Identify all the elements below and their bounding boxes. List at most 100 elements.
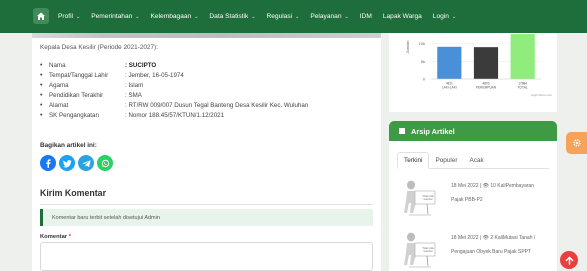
twitter-share-button[interactable] <box>59 155 75 171</box>
chart-bar <box>473 47 499 79</box>
chart-bar <box>510 34 535 79</box>
nav-item-label: Login <box>432 13 449 20</box>
info-label: SK Pengangkatan <box>49 112 99 120</box>
nav-item-lapak-warga[interactable]: Lapak Warga <box>383 13 422 20</box>
telegram-share-button[interactable] <box>78 155 94 171</box>
nav-item-label: Regulasi <box>266 13 293 20</box>
tab-terkini[interactable]: Terkini <box>397 152 430 169</box>
komentar-label: Komentar * <box>40 234 71 240</box>
share-label: Bagikan artikel ini: <box>40 142 97 149</box>
nav-item-login[interactable]: Login ⌄ <box>433 13 456 20</box>
y-tick-label: 0 <box>423 77 426 82</box>
chevron-down-icon: ⌄ <box>344 13 349 20</box>
kepala-desa-info-list: • Nama : SUCIPTO • Tempat/Tanggal Lahir : Jem… <box>40 60 375 121</box>
article-title[interactable]: Pengajuan Obyek Baru Pajak SPPT <box>451 249 531 255</box>
komentar-label-text: Komentar <box>40 234 68 240</box>
info-row: • Alamat: RT/RW 009/007 Dusun Tegal Bante… <box>40 100 375 110</box>
arsip-article-item[interactable]: Tidak Ada Gambar 18 Mei 2022 | 👁 2 KaliMu… <box>397 229 553 271</box>
kepala-desa-heading: Kepala Desa Kesilir (Periode 2021-2027): <box>40 44 158 51</box>
nav-menu: Profil ⌄ Pemerintahan ⌄ Kelembagaan ⌄ Data Sta… <box>58 0 467 33</box>
section-divider <box>40 204 373 205</box>
komentar-textarea[interactable] <box>40 242 373 271</box>
arsip-artikel-title: Arsip Artikel <box>411 126 455 136</box>
article-meta: 18 Mei 2022 | 👁 2 KaliMutasi Tanah / <box>451 235 536 241</box>
chevron-down-icon: ⌄ <box>135 13 140 20</box>
chevron-down-icon: ⌄ <box>295 13 300 20</box>
chevron-down-icon: ⌄ <box>251 13 256 20</box>
nav-item-pemerintahan[interactable]: Pemerintahan ⌄ <box>91 13 139 20</box>
nav-item-pelayanan[interactable]: Pelayanan ⌄ <box>310 13 348 20</box>
tab-acak[interactable]: Acak <box>464 152 490 169</box>
telegram-icon <box>81 159 90 167</box>
home-button[interactable] <box>33 8 49 24</box>
chart-bar <box>437 46 462 79</box>
top-navbar: Profil ⌄ Pemerintahan ⌄ Kelembagaan ⌄ Data Sta… <box>0 0 587 33</box>
info-label: Tempat/Tanggal Lahir <box>49 71 109 79</box>
chart-credit: Highcharts.com <box>531 93 552 97</box>
y-tick-label: 5k <box>421 59 425 64</box>
arsip-artikel-header: Arsip Artikel <box>389 121 557 141</box>
home-icon <box>37 12 45 20</box>
gear-icon <box>572 139 581 147</box>
arsip-article-item[interactable]: Tidak Ada Gambar 18 Mei 2022 | 👁 10 KaliP… <box>397 177 553 227</box>
thumb-caption: Tidak Ada Gambar <box>422 195 434 201</box>
facebook-share-button[interactable] <box>40 155 56 171</box>
settings-float-button[interactable] <box>566 132 587 154</box>
bullet: • <box>40 81 43 89</box>
category-label: LAKI-LAKI <box>442 86 457 90</box>
info-value: : RT/RW 009/007 Dusun Tegal Banteng Desa… <box>125 101 309 109</box>
info-row: • Agama : Islam <box>40 80 375 90</box>
chevron-down-icon: ⌄ <box>194 13 199 20</box>
article-title[interactable]: Pajak PBB-P2 <box>451 197 483 203</box>
arrow-up-icon <box>565 256 573 265</box>
comment-moderation-alert: Komentar baru terbit setelah disetujui A… <box>40 209 373 226</box>
info-row: • Pendidikan Terakhir: SMA <box>40 90 375 100</box>
info-value: : SMA <box>125 91 142 99</box>
bullet: • <box>40 112 43 120</box>
info-row: • Nama: SUCIPTO <box>40 60 375 70</box>
info-value: : Nomor 188.45/57/KTUN/1.12/2021 <box>125 112 225 120</box>
nav-item-label: Pemerintahan <box>91 13 133 20</box>
chevron-down-icon: ⌄ <box>76 13 81 20</box>
nav-item-regulasi[interactable]: Regulasi ⌄ <box>266 13 299 20</box>
article-meta: 18 Mei 2022 | 👁 10 KaliPembayaran <box>451 183 534 189</box>
chevron-down-icon: ⌄ <box>451 13 457 20</box>
tab-populer[interactable]: Populer <box>429 152 463 169</box>
nav-item-label: IDM <box>359 13 372 20</box>
required-mark: * <box>68 234 71 240</box>
scroll-to-top-button[interactable] <box>560 251 578 269</box>
info-row: • SK Pengangkatan : Nomor 188.45/57/KTUN/1… <box>40 110 375 120</box>
population-bar-chart: 05k10kJumlah4811LAKI-LAKI4803PEREMPUAN17… <box>405 34 552 97</box>
arsip-artikel-card: Arsip Artikel Terkini Populer Acak Tidak A… <box>389 121 557 271</box>
facebook-icon <box>45 158 51 168</box>
whatsapp-icon <box>101 159 109 167</box>
category-label: PEREMPUAN <box>476 86 497 90</box>
nav-item-kelembagaan[interactable]: Kelembagaan ⌄ <box>151 13 199 20</box>
info-row: • Tempat/Tanggal Lahir : Jember, 16-05-197… <box>40 70 375 80</box>
info-value: : SUCIPTO <box>125 61 157 69</box>
info-value: : Jember, 16-05-1974 <box>125 71 184 79</box>
kirim-komentar-heading: Kirim Komentar <box>40 188 106 198</box>
nav-item-data-statistik[interactable]: Data Statistik ⌄ <box>209 13 255 20</box>
arsip-tabs: Terkini Populer Acak <box>397 152 549 169</box>
info-value: : Islam <box>125 81 144 89</box>
nav-item-idm[interactable]: IDM <box>360 13 372 20</box>
square-icon <box>399 128 405 134</box>
article-image <box>32 33 381 38</box>
whatsapp-share-button[interactable] <box>97 155 113 171</box>
nav-item-label: Pelayanan <box>310 13 342 20</box>
nav-item-label: Data Statistik <box>209 13 249 20</box>
category-label: TOTAL <box>518 86 528 90</box>
bullet: • <box>40 71 43 79</box>
nav-item-profil[interactable]: Profil ⌄ <box>58 13 80 20</box>
info-label: Agama <box>49 81 69 89</box>
bullet: • <box>40 101 43 109</box>
nav-item-label: Lapak Warga <box>382 13 422 20</box>
statistik-chart-card: 0 5k 10k Jumlah 4811 LAKI-LAKI 4803 PEREMPUAN 17… <box>389 33 557 112</box>
twitter-icon <box>62 159 72 167</box>
share-buttons <box>40 155 116 171</box>
y-tick-label: 10k <box>419 41 425 46</box>
y-axis-label: Jumlah <box>405 41 410 54</box>
info-label: Nama <box>49 61 66 69</box>
nav-item-label: Profil <box>58 13 74 20</box>
